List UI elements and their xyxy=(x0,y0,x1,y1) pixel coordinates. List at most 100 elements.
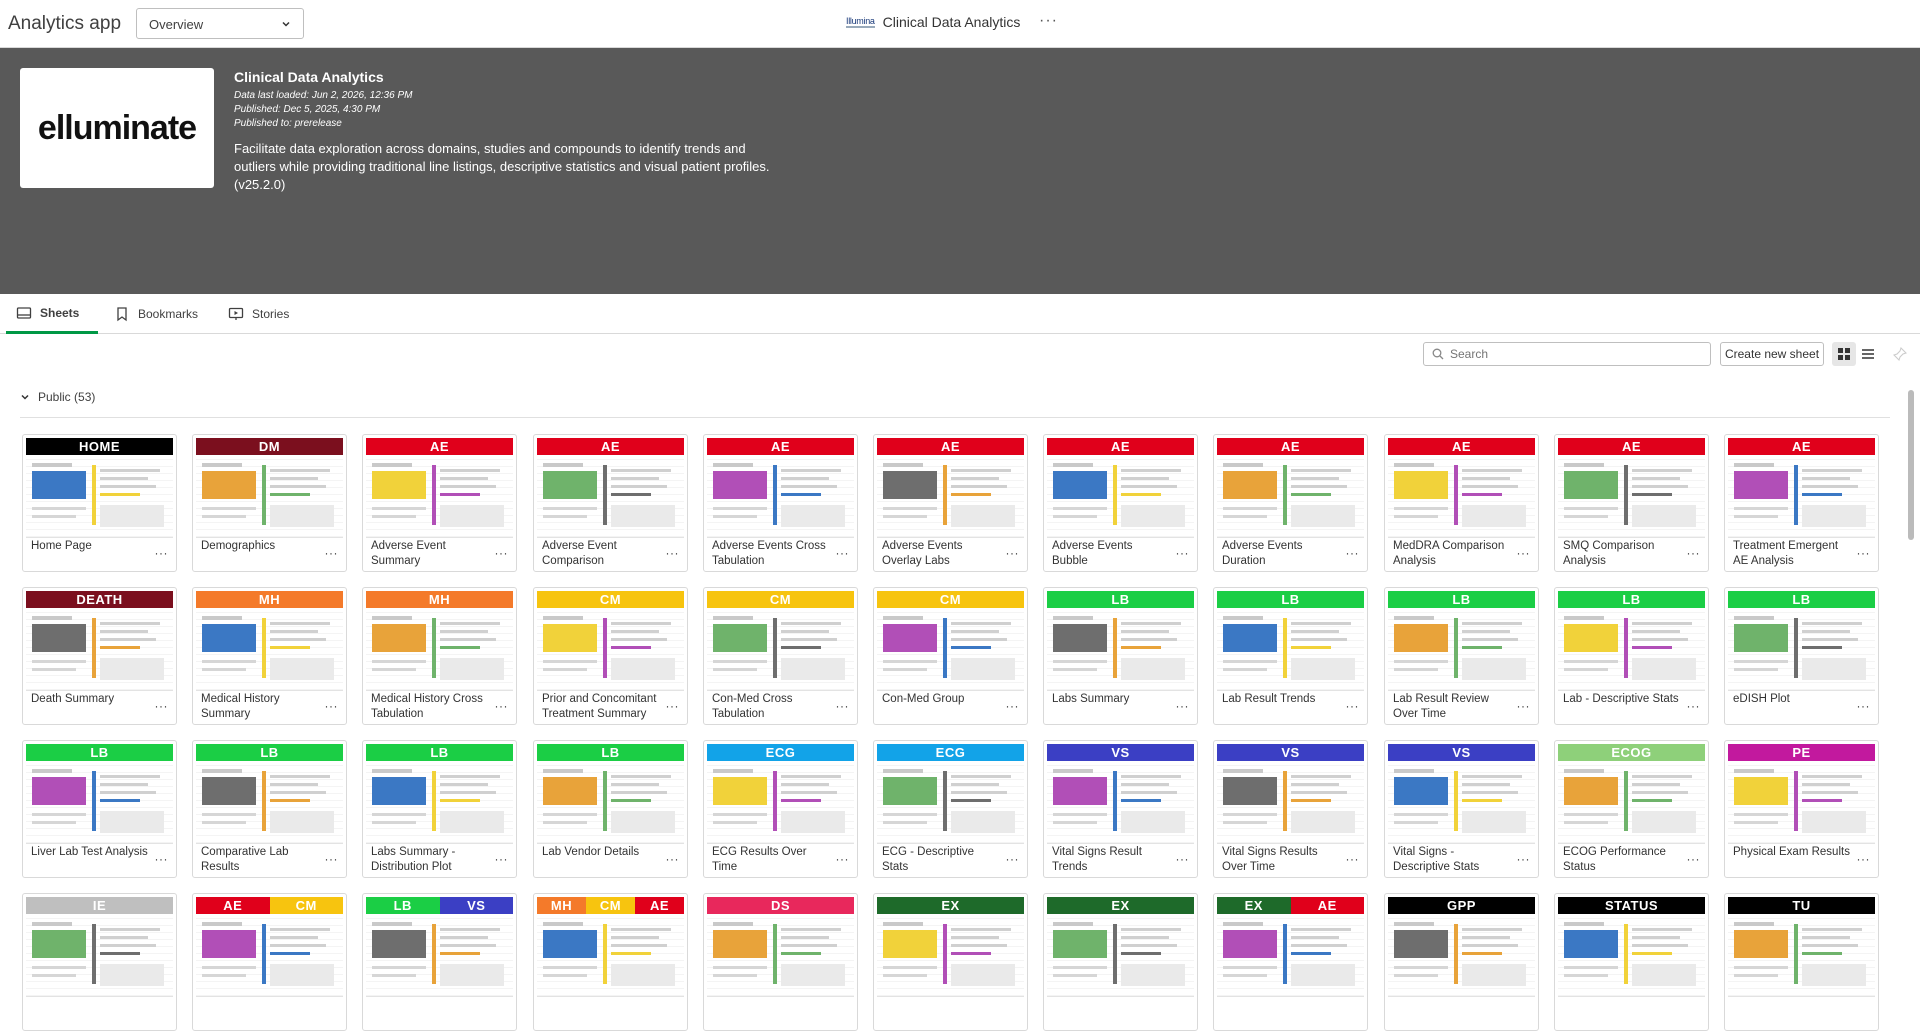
more-options-icon[interactable]: ··· xyxy=(1039,12,1058,30)
app-name: Clinical Data Analytics xyxy=(234,69,384,85)
sheet-card[interactable]: AE MedDRA Comparison Analysis ··· xyxy=(1384,434,1539,572)
sheet-card[interactable]: LB Labs Summary ··· xyxy=(1043,587,1198,725)
sheet-card[interactable]: LB Comparative Lab Results ··· xyxy=(192,740,347,878)
sheet-card[interactable]: LB Lab Result Review Over Time ··· xyxy=(1384,587,1539,725)
more-options-icon[interactable]: ··· xyxy=(495,546,509,560)
sheet-card[interactable]: VS Vital Signs - Descriptive Stats ··· xyxy=(1384,740,1539,878)
more-options-icon[interactable]: ··· xyxy=(1857,546,1871,560)
sheet-card[interactable]: AE Adverse Events Duration ··· xyxy=(1213,434,1368,572)
create-new-sheet-button[interactable]: Create new sheet xyxy=(1720,342,1824,366)
sheet-card[interactable]: CM Con-Med Cross Tabulation ··· xyxy=(703,587,858,725)
more-options-icon[interactable]: ··· xyxy=(836,699,850,713)
tab-sheets[interactable]: Sheets xyxy=(6,294,98,334)
sheet-card[interactable]: VS Vital Signs Results Over Time ··· xyxy=(1213,740,1368,878)
more-options-icon[interactable]: ··· xyxy=(1687,699,1701,713)
tab-stories[interactable]: Stories xyxy=(218,294,299,334)
sheet-card[interactable]: LB Liver Lab Test Analysis ··· xyxy=(22,740,177,878)
sheet-card[interactable]: LB eDISH Plot ··· xyxy=(1724,587,1879,725)
scrollbar[interactable] xyxy=(1907,380,1915,940)
more-options-icon[interactable]: ··· xyxy=(495,699,509,713)
sheet-card[interactable]: MH Medical History Summary ··· xyxy=(192,587,347,725)
more-options-icon[interactable]: ··· xyxy=(1006,699,1020,713)
sheet-card[interactable]: CM Prior and Concomitant Treatment Summar… xyxy=(533,587,688,725)
more-options-icon[interactable]: ··· xyxy=(325,699,339,713)
sheet-card[interactable]: ECOG ECOG Performance Status ··· xyxy=(1554,740,1709,878)
more-options-icon[interactable]: ··· xyxy=(1857,699,1871,713)
sheet-domain-banner: LB xyxy=(1728,591,1875,608)
more-options-icon[interactable]: ··· xyxy=(1687,852,1701,866)
sheet-card[interactable]: DS xyxy=(703,893,858,1031)
more-options-icon[interactable]: ··· xyxy=(325,852,339,866)
sheet-card[interactable]: AE SMQ Comparison Analysis ··· xyxy=(1554,434,1709,572)
chevron-down-icon xyxy=(282,21,290,27)
sheet-card[interactable]: AE Adverse Events Overlay Labs ··· xyxy=(873,434,1028,572)
sheet-card[interactable]: TU xyxy=(1724,893,1879,1031)
sheet-card[interactable]: AE CM xyxy=(192,893,347,1031)
app-thumbnail: elluminate xyxy=(20,68,214,188)
scrollbar-thumb[interactable] xyxy=(1908,390,1914,540)
more-options-icon[interactable]: ··· xyxy=(666,852,680,866)
more-options-icon[interactable]: ··· xyxy=(325,546,339,560)
sheet-thumbnail xyxy=(1217,761,1364,844)
more-options-icon[interactable]: ··· xyxy=(836,546,850,560)
sheet-selector-dropdown[interactable]: Overview xyxy=(136,8,304,39)
more-options-icon[interactable]: ··· xyxy=(155,699,169,713)
more-options-icon[interactable]: ··· xyxy=(666,546,680,560)
more-options-icon[interactable]: ··· xyxy=(495,852,509,866)
sheet-card[interactable]: IE xyxy=(22,893,177,1031)
more-options-icon[interactable]: ··· xyxy=(1517,852,1531,866)
sheet-card[interactable]: MH CM AE xyxy=(533,893,688,1031)
sheet-card[interactable]: AE Adverse Events Bubble ··· xyxy=(1043,434,1198,572)
sheet-thumbnail xyxy=(1388,761,1535,844)
more-options-icon[interactable]: ··· xyxy=(1517,699,1531,713)
sheet-card[interactable]: HOME Home Page ··· xyxy=(22,434,177,572)
more-options-icon[interactable]: ··· xyxy=(1857,852,1871,866)
sheet-card[interactable]: ECG ECG Results Over Time ··· xyxy=(703,740,858,878)
sheet-card[interactable]: VS Vital Signs Result Trends ··· xyxy=(1043,740,1198,878)
search-box[interactable] xyxy=(1423,342,1711,366)
more-options-icon[interactable]: ··· xyxy=(1006,852,1020,866)
more-options-icon[interactable]: ··· xyxy=(1517,546,1531,560)
grid-view-button[interactable] xyxy=(1832,342,1856,366)
domain-tag: AE xyxy=(1047,438,1194,455)
sheet-card[interactable]: EX xyxy=(1043,893,1198,1031)
sheet-card[interactable]: EX xyxy=(873,893,1028,1031)
more-options-icon[interactable]: ··· xyxy=(1346,546,1360,560)
more-options-icon[interactable]: ··· xyxy=(155,852,169,866)
sheet-card[interactable]: STATUS xyxy=(1554,893,1709,1031)
more-options-icon[interactable]: ··· xyxy=(1346,852,1360,866)
sheet-card[interactable]: MH Medical History Cross Tabulation ··· xyxy=(362,587,517,725)
more-options-icon[interactable]: ··· xyxy=(1346,699,1360,713)
more-options-icon[interactable]: ··· xyxy=(1687,546,1701,560)
sheet-card[interactable]: GPP xyxy=(1384,893,1539,1031)
sheet-card[interactable]: EX AE xyxy=(1213,893,1368,1031)
section-header-public[interactable]: Public (53) xyxy=(20,390,95,404)
more-options-icon[interactable]: ··· xyxy=(1176,699,1190,713)
sheet-card[interactable]: ECG ECG - Descriptive Stats ··· xyxy=(873,740,1028,878)
more-options-icon[interactable]: ··· xyxy=(836,852,850,866)
sheet-card[interactable]: DM Demographics ··· xyxy=(192,434,347,572)
sheet-domain-banner: VS xyxy=(1217,744,1364,761)
list-view-button[interactable] xyxy=(1856,342,1880,366)
sheet-card[interactable]: AE Treatment Emergent AE Analysis ··· xyxy=(1724,434,1879,572)
sheet-card[interactable]: LB VS xyxy=(362,893,517,1031)
more-options-icon[interactable]: ··· xyxy=(1006,546,1020,560)
sheet-card[interactable]: CM Con-Med Group ··· xyxy=(873,587,1028,725)
more-options-icon[interactable]: ··· xyxy=(1176,852,1190,866)
sheet-card[interactable]: AE Adverse Event Summary ··· xyxy=(362,434,517,572)
sheet-card[interactable]: LB Lab Result Trends ··· xyxy=(1213,587,1368,725)
sheet-card[interactable]: AE Adverse Events Cross Tabulation ··· xyxy=(703,434,858,572)
sheet-domain-banner: LB xyxy=(1217,591,1364,608)
more-options-icon[interactable]: ··· xyxy=(666,699,680,713)
sheet-card[interactable]: LB Labs Summary - Distribution Plot ··· xyxy=(362,740,517,878)
search-input[interactable] xyxy=(1450,347,1690,361)
sheet-card[interactable]: LB Lab Vendor Details ··· xyxy=(533,740,688,878)
more-options-icon[interactable]: ··· xyxy=(1176,546,1190,560)
pin-button[interactable] xyxy=(1888,342,1912,366)
sheet-card[interactable]: DEATH Death Summary ··· xyxy=(22,587,177,725)
sheet-card[interactable]: PE Physical Exam Results ··· xyxy=(1724,740,1879,878)
tab-bookmarks[interactable]: Bookmarks xyxy=(104,294,208,334)
more-options-icon[interactable]: ··· xyxy=(155,546,169,560)
sheet-card[interactable]: LB Lab - Descriptive Stats ··· xyxy=(1554,587,1709,725)
sheet-card[interactable]: AE Adverse Event Comparison ··· xyxy=(533,434,688,572)
